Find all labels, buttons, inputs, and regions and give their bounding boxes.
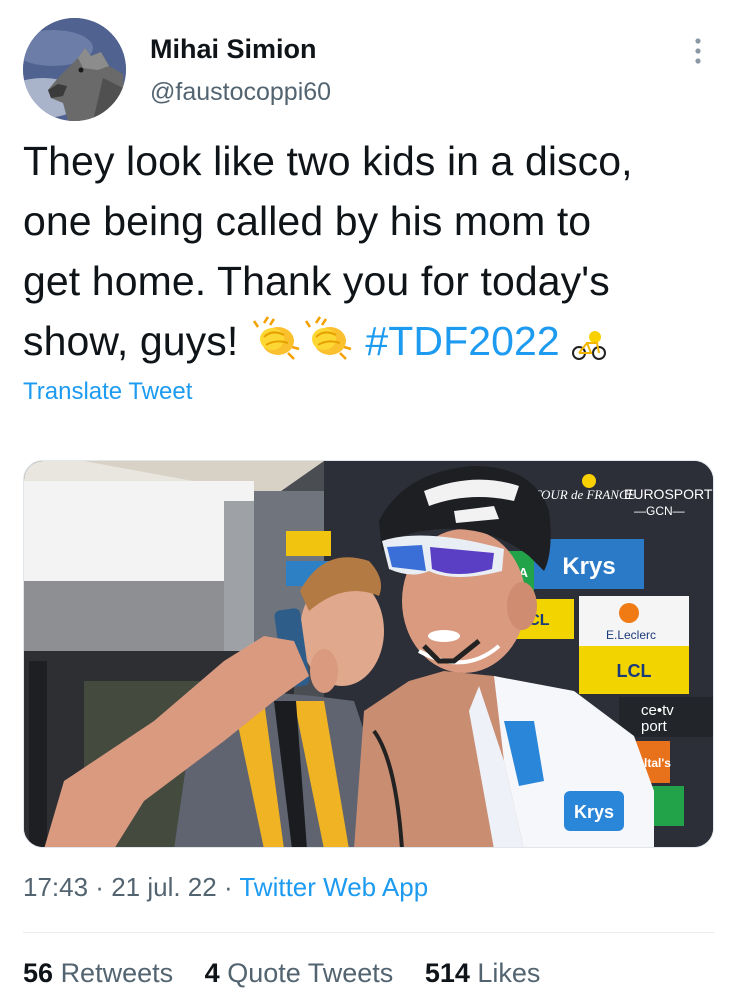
photo-scene: Krys ADA LCL E.Leclerc LCL ce•tv port lt… [24,461,713,847]
likes-label: Likes [477,958,541,988]
quotes-label: Quote Tweets [227,958,394,988]
tweet-line-1: They look like two kids in a disco, [23,138,633,184]
sponsor-cetv: ce•tv [641,702,674,719]
retweets-stat[interactable]: 56 Retweets [23,958,173,988]
banner-tour: TOUR de FRANCE [534,487,636,502]
sponsor-leclerc: E.Leclerc [606,628,656,642]
quotes-count: 4 [204,958,220,988]
retweets-label: Retweets [60,958,174,988]
jersey-text: Krys [574,802,614,822]
tweet-text: They look like two kids in a disco, one … [23,131,723,377]
tweet-time[interactable]: 17:43 [23,872,88,902]
more-options-icon[interactable] [690,36,706,66]
clapping-hands-icon [302,315,354,377]
avatar[interactable] [23,18,126,121]
sponsor-port: port [641,718,668,735]
user-handle[interactable]: @faustocoppi60 [150,78,331,107]
tweet-line-4: show, guys! #TDF2022 [23,311,723,377]
sponsor-krys: Krys [562,553,615,580]
likes-count: 514 [424,958,470,988]
clapping-hands-icon [250,315,302,377]
tweet-line-4-text: show, guys! [23,318,250,364]
translate-tweet-link[interactable]: Translate Tweet [23,378,192,406]
tweet-photo[interactable]: Krys ADA LCL E.Leclerc LCL ce•tv port lt… [23,460,714,848]
meta-separator-1: · [88,872,112,902]
likes-stat[interactable]: 514 Likes [425,958,541,988]
retweets-count: 56 [23,958,54,988]
hashtag-link[interactable]: #TDF2022 [365,318,560,364]
tweet-stats: 56 Retweets 4 Quote Tweets 514 Likes [23,958,564,989]
sponsor-lcl-2: LCL [617,661,652,681]
tweet-meta: 17:43 · 21 jul. 22 · Twitter Web App [23,872,428,903]
tweet-date[interactable]: 21 jul. 22 [111,872,217,902]
tweet-source-link[interactable]: Twitter Web App [239,872,428,902]
wolf-avatar-icon [23,18,126,121]
divider [23,932,714,933]
banner-eurosport: EUROSPORT [624,486,713,502]
banner-gcn: —GCN— [634,504,685,518]
tdf-bike-icon [571,317,607,377]
display-name[interactable]: Mihai Simion [150,34,317,65]
sponsor-ltals: ltal's [644,756,671,770]
tweet-line-2: one being called by his mom to [23,198,592,244]
meta-separator-2: · [216,872,240,902]
quote-tweets-stat[interactable]: 4 Quote Tweets [205,958,394,988]
tweet-line-3: get home. Thank you for today's [23,258,610,304]
